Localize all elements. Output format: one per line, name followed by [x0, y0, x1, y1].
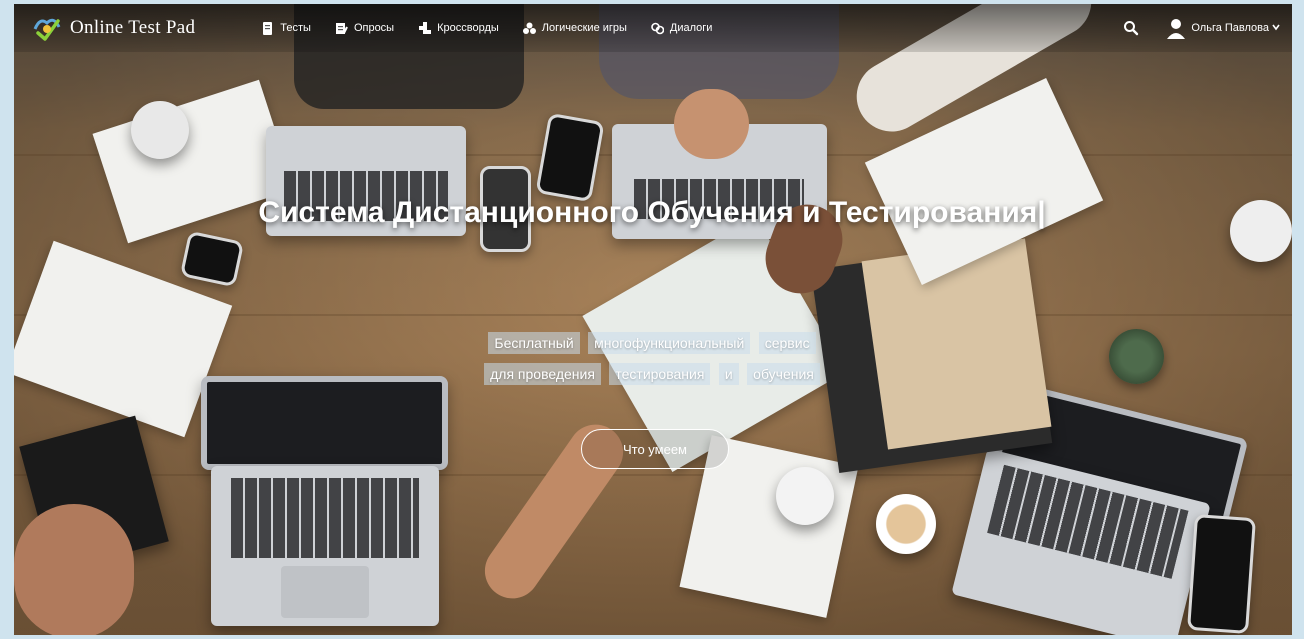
coffee-cup: [876, 494, 936, 554]
hero-title: Система Дистанционного Обучения и Тестир…: [258, 196, 1046, 229]
hero-tags-row-1: Бесплатный многофункциональный сервис: [0, 332, 1304, 354]
chevron-down-icon: [1272, 22, 1280, 34]
hero-tag: и: [718, 363, 739, 385]
hero-tag: тестирования: [609, 363, 711, 385]
user-menu[interactable]: Ольга Павлова: [1165, 17, 1280, 39]
hero-tags-row-2: для проведения тестирования и обучения: [0, 363, 1304, 385]
laptop-screen: [201, 376, 448, 470]
phone: [1187, 514, 1256, 634]
laptop: [211, 466, 439, 626]
nav-item-polls[interactable]: Опросы: [335, 22, 394, 35]
top-navbar: Online Test Pad Тесты Опросы Кроссворды …: [14, 4, 1292, 52]
nav-label-logic-games: Логические игры: [541, 22, 627, 34]
person-head: [14, 504, 134, 635]
nav-item-dialogs[interactable]: Диалоги: [651, 22, 713, 35]
nav-item-tests[interactable]: Тесты: [261, 21, 311, 35]
nav-label-crosswords: Кроссворды: [437, 22, 499, 34]
coffee-cup: [131, 101, 189, 159]
search-icon[interactable]: [1123, 20, 1139, 36]
main-nav: Тесты Опросы Кроссворды Логические игры …: [261, 21, 736, 35]
user-name: Ольга Павлова: [1191, 22, 1269, 34]
saucer: [776, 467, 834, 525]
header-right-tools: Ольга Павлова: [1123, 17, 1280, 39]
hero-tag: для проведения: [484, 363, 601, 385]
user-avatar-icon: [1165, 17, 1187, 39]
nav-label-dialogs: Диалоги: [669, 22, 713, 34]
puzzle-icon: [522, 22, 536, 35]
logo-link[interactable]: Online Test Pad: [32, 13, 195, 43]
nav-label-polls: Опросы: [353, 22, 395, 34]
phone: [179, 230, 245, 288]
hero-background-image: [14, 4, 1292, 635]
nav-item-crosswords[interactable]: Кроссворды: [418, 21, 499, 35]
hero-tag: обучения: [747, 363, 820, 385]
test-icon: [261, 21, 274, 35]
hero-tag: сервис: [758, 332, 816, 354]
phone: [535, 112, 605, 203]
hero-tag: многофункциональный: [588, 332, 751, 354]
nav-item-logic-games[interactable]: Логические игры: [522, 22, 627, 35]
dialog-icon: [651, 22, 665, 35]
what-we-can-button[interactable]: Что умеем: [581, 429, 729, 469]
crossword-icon: [418, 21, 432, 35]
person-hand: [674, 89, 749, 159]
logo-text: Online Test Pad: [70, 17, 196, 38]
nav-label-tests: Тесты: [280, 22, 311, 34]
logo-icon: [32, 13, 62, 43]
hero-tag: Бесплатный: [488, 332, 580, 354]
poll-icon: [335, 22, 348, 35]
